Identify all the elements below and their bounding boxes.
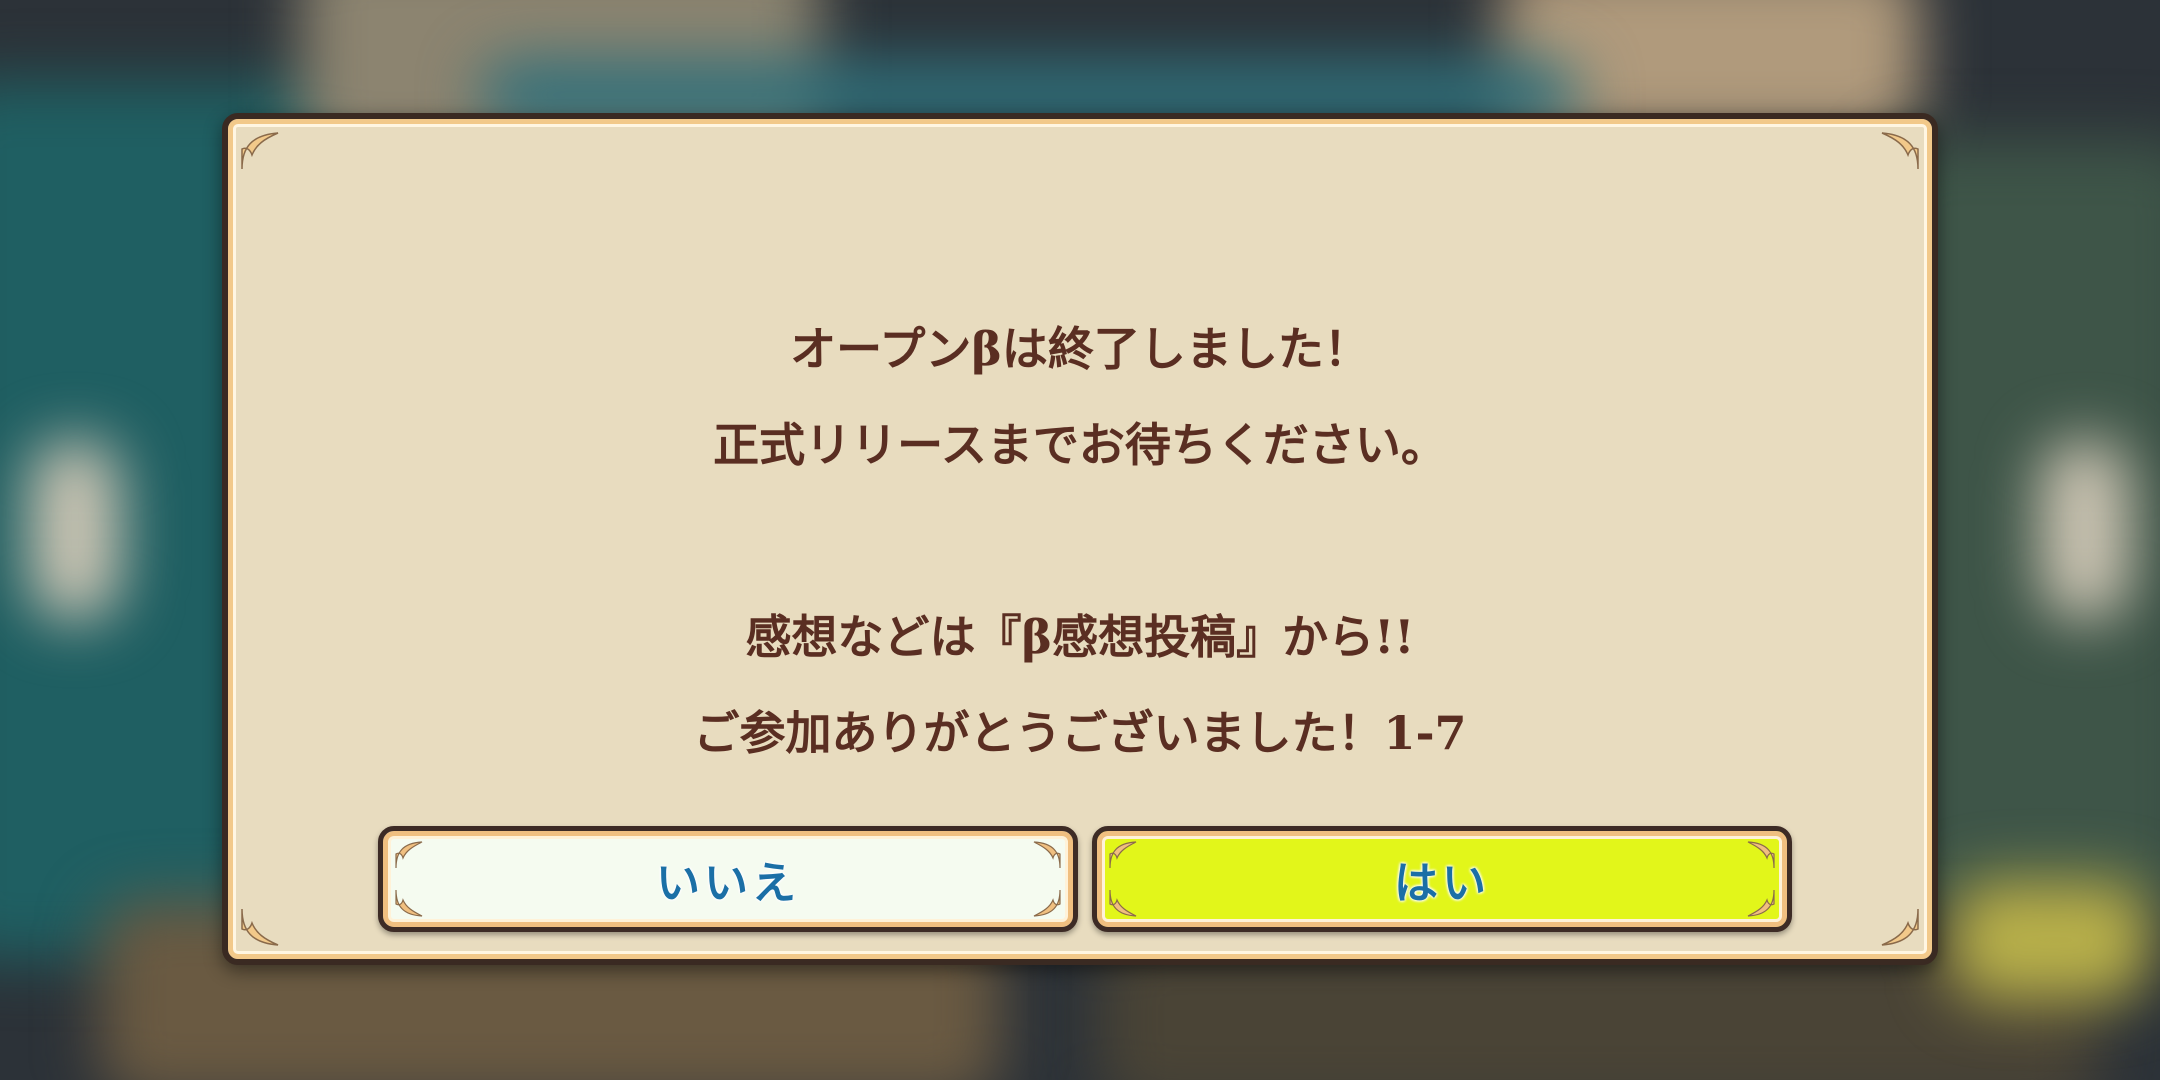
ornament-corner-icon	[238, 129, 282, 173]
background-shape	[2040, 440, 2130, 620]
ornament-corner-icon	[1878, 905, 1922, 949]
yes-button-label: はい	[1394, 858, 1490, 909]
confirm-dialog: オープンβは終了しました！ 正式リリースまでお待ちください。 感想などは『β感想…	[222, 113, 1938, 965]
ornament-corner-icon	[1031, 839, 1063, 871]
yes-button[interactable]: はい	[1092, 826, 1792, 932]
message-line-3: 感想などは『β感想投稿』から!!	[745, 610, 1415, 664]
no-button-label: いいえ	[656, 858, 800, 909]
message-line-2: 正式リリースまでお待ちください。	[713, 418, 1447, 472]
ornament-corner-icon	[1107, 887, 1139, 919]
ornament-corner-icon	[1031, 887, 1063, 919]
ornament-corner-icon	[1107, 839, 1139, 871]
ornament-corner-icon	[1878, 129, 1922, 173]
ornament-corner-icon	[1745, 887, 1777, 919]
message-line-1: オープンβは終了しました！	[790, 322, 1370, 376]
ornament-corner-icon	[393, 839, 425, 871]
ornament-corner-icon	[1745, 839, 1777, 871]
background-shape	[30, 440, 120, 620]
background-shape	[1950, 880, 2150, 1000]
ornament-corner-icon	[238, 905, 282, 949]
no-button[interactable]: いいえ	[378, 826, 1078, 932]
ornament-corner-icon	[393, 887, 425, 919]
message-line-4: ご参加ありがとうございました！1-7	[693, 706, 1467, 760]
